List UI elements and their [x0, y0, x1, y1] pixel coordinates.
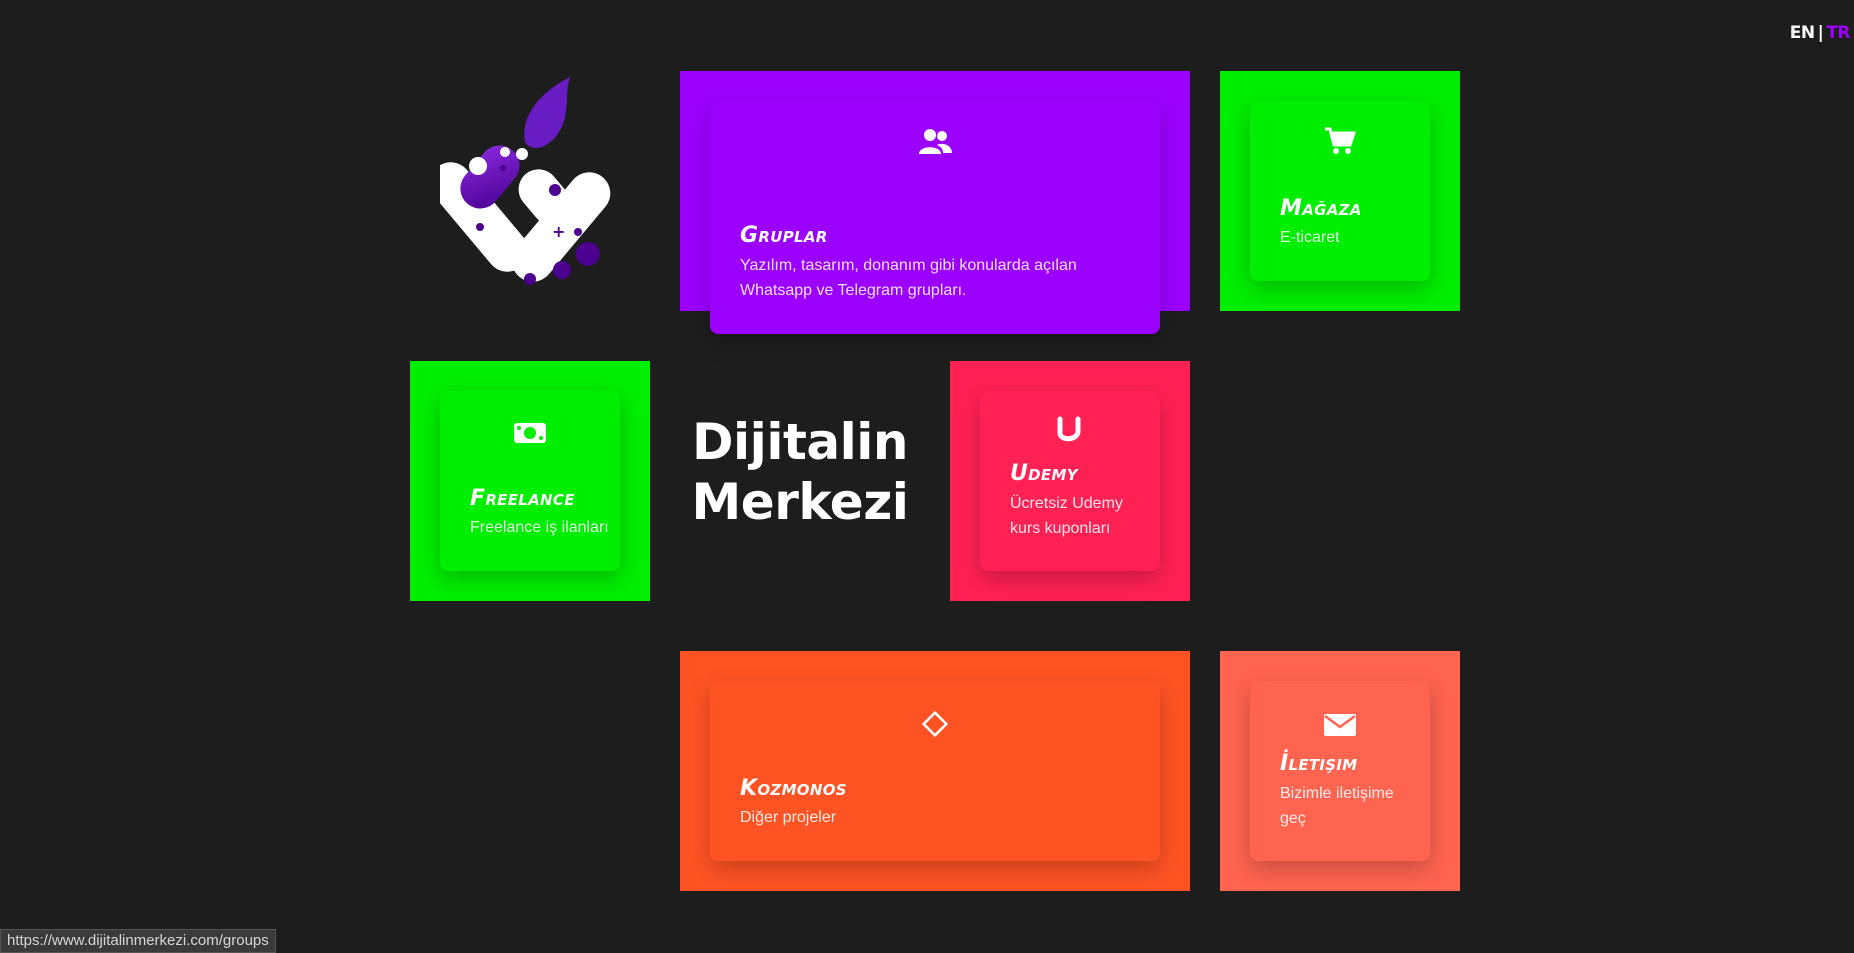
- tile-store[interactable]: Mağaza E-ticaret: [1220, 71, 1460, 311]
- card-store[interactable]: Mağaza E-ticaret: [1250, 101, 1430, 281]
- udemy-description: Ücretsiz Udemy kurs kuponları: [1010, 495, 1123, 537]
- card-contact[interactable]: İletişim Bizimle iletişime geç: [1250, 681, 1430, 861]
- store-title: Mağaza: [1280, 196, 1362, 221]
- brand-line-1: Dijitalin: [692, 413, 908, 471]
- udemy-title: Udemy: [1010, 461, 1078, 486]
- diamond-icon: [710, 709, 1160, 743]
- store-description: E-ticaret: [1280, 229, 1340, 246]
- logo: +: [429, 72, 620, 312]
- envelope-icon: [1250, 713, 1430, 741]
- lang-en-link[interactable]: EN: [1790, 23, 1815, 43]
- svg-text:+: +: [552, 222, 565, 241]
- lang-separator: |: [1817, 23, 1824, 43]
- freelance-description: Freelance iş ilanları: [470, 519, 609, 536]
- contact-description: Bizimle iletişime geç: [1280, 785, 1394, 827]
- money-icon: [440, 421, 620, 449]
- kozmonos-description: Diğer projeler: [740, 809, 837, 826]
- brand-name: Dijitalin Merkezi: [680, 412, 920, 532]
- card-kozmonos[interactable]: Kozmonos Diğer projeler: [710, 681, 1160, 861]
- card-udemy[interactable]: Udemy Ücretsiz Udemy kurs kuponları: [980, 391, 1160, 571]
- lang-tr-link[interactable]: TR: [1826, 23, 1850, 43]
- card-groups[interactable]: Gruplar Yazılım, tasarım, donanım gibi k…: [710, 101, 1160, 334]
- contact-title: İletişim: [1280, 751, 1358, 776]
- freelance-title: Freelance: [470, 486, 575, 511]
- tile-contact[interactable]: İletişim Bizimle iletişime geç: [1220, 651, 1460, 891]
- users-icon: [710, 127, 1160, 161]
- udemy-icon: [980, 411, 1160, 451]
- tile-freelance[interactable]: Freelance Freelance iş ilanları: [410, 361, 650, 601]
- cart-icon: [1250, 126, 1430, 160]
- language-switch: EN | TR: [1790, 23, 1851, 43]
- kozmonos-title: Kozmonos: [740, 776, 847, 801]
- brand-line-2: Merkezi: [691, 473, 909, 531]
- tile-udemy[interactable]: Udemy Ücretsiz Udemy kurs kuponları: [950, 361, 1190, 601]
- groups-description: Yazılım, tasarım, donanım gibi konularda…: [740, 257, 1077, 299]
- tile-kozmonos[interactable]: Kozmonos Diğer projeler: [680, 651, 1190, 891]
- tile-groups[interactable]: Gruplar Yazılım, tasarım, donanım gibi k…: [680, 71, 1190, 334]
- status-url: https://www.dijitalinmerkezi.com/groups: [0, 929, 276, 953]
- card-freelance[interactable]: Freelance Freelance iş ilanları: [440, 391, 620, 571]
- logo-mark-icon: +: [429, 77, 611, 285]
- groups-title: Gruplar: [740, 223, 828, 248]
